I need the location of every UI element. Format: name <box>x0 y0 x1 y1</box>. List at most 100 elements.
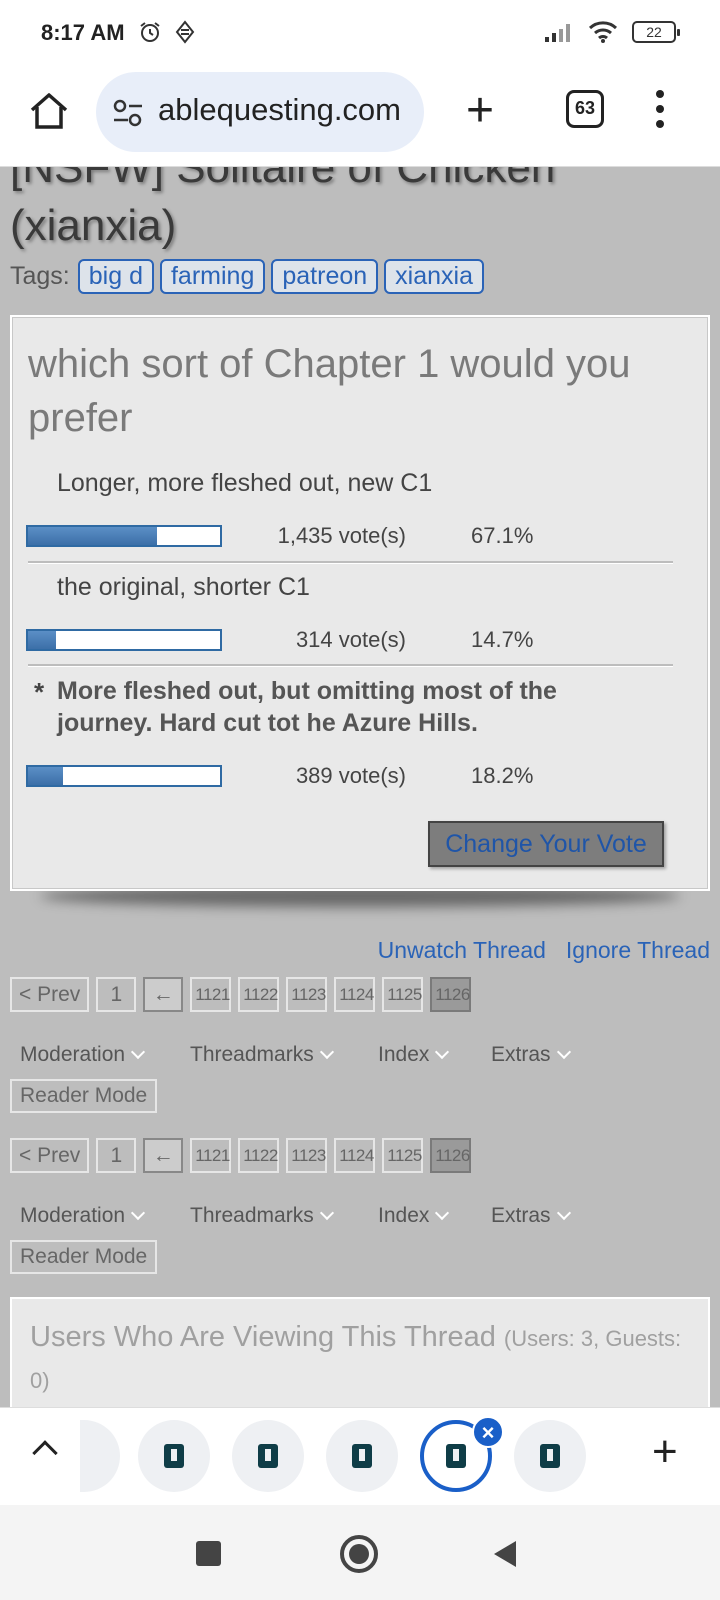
change-vote-button[interactable]: Change Your Vote <box>428 821 664 867</box>
menu-label: Threadmarks <box>190 1043 314 1066</box>
ignore-thread-link[interactable]: Ignore Thread <box>566 937 710 964</box>
back-icon[interactable] <box>494 1541 516 1567</box>
reader-mode-button[interactable]: Reader Mode <box>10 1079 158 1113</box>
tab-thumbnail[interactable] <box>326 1420 398 1492</box>
poll-divider <box>28 561 673 564</box>
poll-vote-count: 1,435 vote(s) <box>277 523 406 548</box>
chevron-down-icon <box>435 1044 450 1060</box>
poll-question: which sort of Chapter 1 would you prefer <box>28 342 631 440</box>
status-time: 8:17 AM <box>41 20 125 45</box>
extras-menu[interactable]: Extras <box>491 1204 571 1228</box>
page-button[interactable]: 1125 <box>382 977 424 1012</box>
tag-big-d[interactable]: big d <box>77 259 154 294</box>
page-button[interactable]: 1122 <box>238 977 280 1012</box>
tag-farming[interactable]: farming <box>159 259 266 294</box>
page-button[interactable]: 1124 <box>334 977 376 1012</box>
tab-thumbnail[interactable] <box>514 1420 586 1492</box>
page-button[interactable]: 1121 <box>190 1138 232 1173</box>
status-system-icons: 22 <box>544 20 680 44</box>
pagination: < Prev 1 ← 1121 1122 1123 1124 1125 1126 <box>10 977 472 1012</box>
thread-title-line-1: [NSFW] Solitaire of Chicken <box>10 167 556 192</box>
status-bar: 8:17 AM 22 <box>0 0 720 70</box>
menu-label: Threadmarks <box>190 1204 314 1227</box>
current-page: 1126 <box>430 1138 472 1173</box>
page-1-button[interactable]: 1 <box>96 1138 137 1173</box>
overflow-menu-icon[interactable] <box>654 90 666 130</box>
page-button[interactable]: 1121 <box>190 977 232 1012</box>
chevron-down-icon <box>556 1044 571 1060</box>
menu-label: Index <box>378 1204 430 1227</box>
close-tab-icon[interactable]: × <box>472 1416 504 1448</box>
index-menu[interactable]: Index <box>378 1204 491 1228</box>
pagination: < Prev 1 ← 1121 1122 1123 1124 1125 1126 <box>10 1138 472 1173</box>
vpn-icon <box>175 20 195 44</box>
new-tab-icon[interactable]: + <box>466 87 494 135</box>
page-jump-button[interactable]: ← <box>143 977 184 1012</box>
poll: which sort of Chapter 1 would you prefer… <box>10 315 710 891</box>
tab-thumbnail[interactable] <box>138 1420 210 1492</box>
tag-xianxia[interactable]: xianxia <box>384 259 484 294</box>
chevron-down-icon <box>319 1205 334 1221</box>
tab-thumbnail[interactable] <box>80 1420 120 1492</box>
moderation-menu[interactable]: Moderation <box>20 1043 190 1067</box>
poll-option-label: Longer, more fleshed out, new C1 <box>57 469 433 497</box>
reader-mode-button[interactable]: Reader Mode <box>10 1240 158 1274</box>
menu-label: Moderation <box>20 1043 126 1066</box>
viewers-heading: Users Who Are Viewing This Thread <box>30 1321 496 1353</box>
chevron-up-icon[interactable] <box>32 1440 58 1466</box>
current-page: 1126 <box>430 977 472 1012</box>
page-button[interactable]: 1123 <box>286 1138 328 1173</box>
page-button[interactable]: 1125 <box>382 1138 424 1173</box>
alarm-icon <box>140 22 160 42</box>
poll-vote-count: 314 vote(s) <box>295 627 406 652</box>
tab-thumbnail[interactable] <box>232 1420 304 1492</box>
viewers-title: Users Who Are Viewing This Thread (Users… <box>30 1317 690 1401</box>
menu-label: Index <box>378 1043 430 1066</box>
url-text[interactable]: ablequesting.com <box>158 92 416 128</box>
poll-percentage: 18.2% <box>471 763 534 788</box>
page-1-button[interactable]: 1 <box>96 977 137 1012</box>
site-settings-icon[interactable] <box>112 98 144 128</box>
unwatch-thread-link[interactable]: Unwatch Thread <box>378 937 546 964</box>
thread-menus: Moderation Threadmarks Index Extras <box>20 1204 571 1228</box>
chevron-down-icon <box>435 1205 450 1221</box>
prev-page-button[interactable]: < Prev <box>10 977 90 1012</box>
threadmarks-menu[interactable]: Threadmarks <box>190 1204 378 1228</box>
page-jump-button[interactable]: ← <box>143 1138 184 1173</box>
chevron-down-icon <box>130 1044 146 1060</box>
extras-menu[interactable]: Extras <box>491 1043 571 1067</box>
tags-row: Tags: big d farming patreon xianxia <box>10 259 484 294</box>
home-icon[interactable] <box>28 90 70 132</box>
page-button[interactable]: 1124 <box>334 1138 376 1173</box>
index-menu[interactable]: Index <box>378 1043 491 1067</box>
tab-switcher-button[interactable]: 63 <box>566 90 604 128</box>
battery-icon: 22 <box>632 21 680 43</box>
prev-page-button[interactable]: < Prev <box>10 1138 90 1173</box>
thread-title: [NSFW] Solitaire of Chicken (xianxia) <box>10 167 555 255</box>
thread-menus: Moderation Threadmarks Index Extras <box>20 1043 571 1067</box>
address-bar[interactable]: ablequesting.com <box>96 72 424 152</box>
threadmarks-menu[interactable]: Threadmarks <box>190 1043 378 1067</box>
menu-label: Moderation <box>20 1204 126 1227</box>
page-content: [NSFW] Solitaire of Chicken (xianxia) Ta… <box>0 167 720 1407</box>
recents-icon[interactable] <box>196 1541 221 1566</box>
site-favicon-icon <box>164 1444 184 1468</box>
home-nav-icon[interactable] <box>340 1535 378 1573</box>
browser-toolbar: ablequesting.com + 63 <box>0 70 720 167</box>
thread-links: Unwatch Thread Ignore Thread <box>378 937 710 964</box>
site-favicon-icon <box>446 1444 466 1468</box>
wifi-icon <box>588 21 618 43</box>
system-nav-bar <box>0 1505 720 1600</box>
page-button[interactable]: 1122 <box>238 1138 280 1173</box>
tab-strip: × + <box>0 1407 720 1505</box>
viewers-panel: Users Who Are Viewing This Thread (Users… <box>10 1297 710 1407</box>
tag-patreon[interactable]: patreon <box>271 259 379 294</box>
page-button[interactable]: 1123 <box>286 977 328 1012</box>
selected-marker: * <box>34 677 45 707</box>
poll-option-label: the original, shorter C1 <box>57 573 310 601</box>
chevron-down-icon <box>319 1044 334 1060</box>
poll-vote-count: 389 vote(s) <box>295 763 406 788</box>
moderation-menu[interactable]: Moderation <box>20 1204 190 1228</box>
site-favicon-icon <box>258 1444 278 1468</box>
add-tab-icon[interactable]: + <box>652 1430 678 1474</box>
